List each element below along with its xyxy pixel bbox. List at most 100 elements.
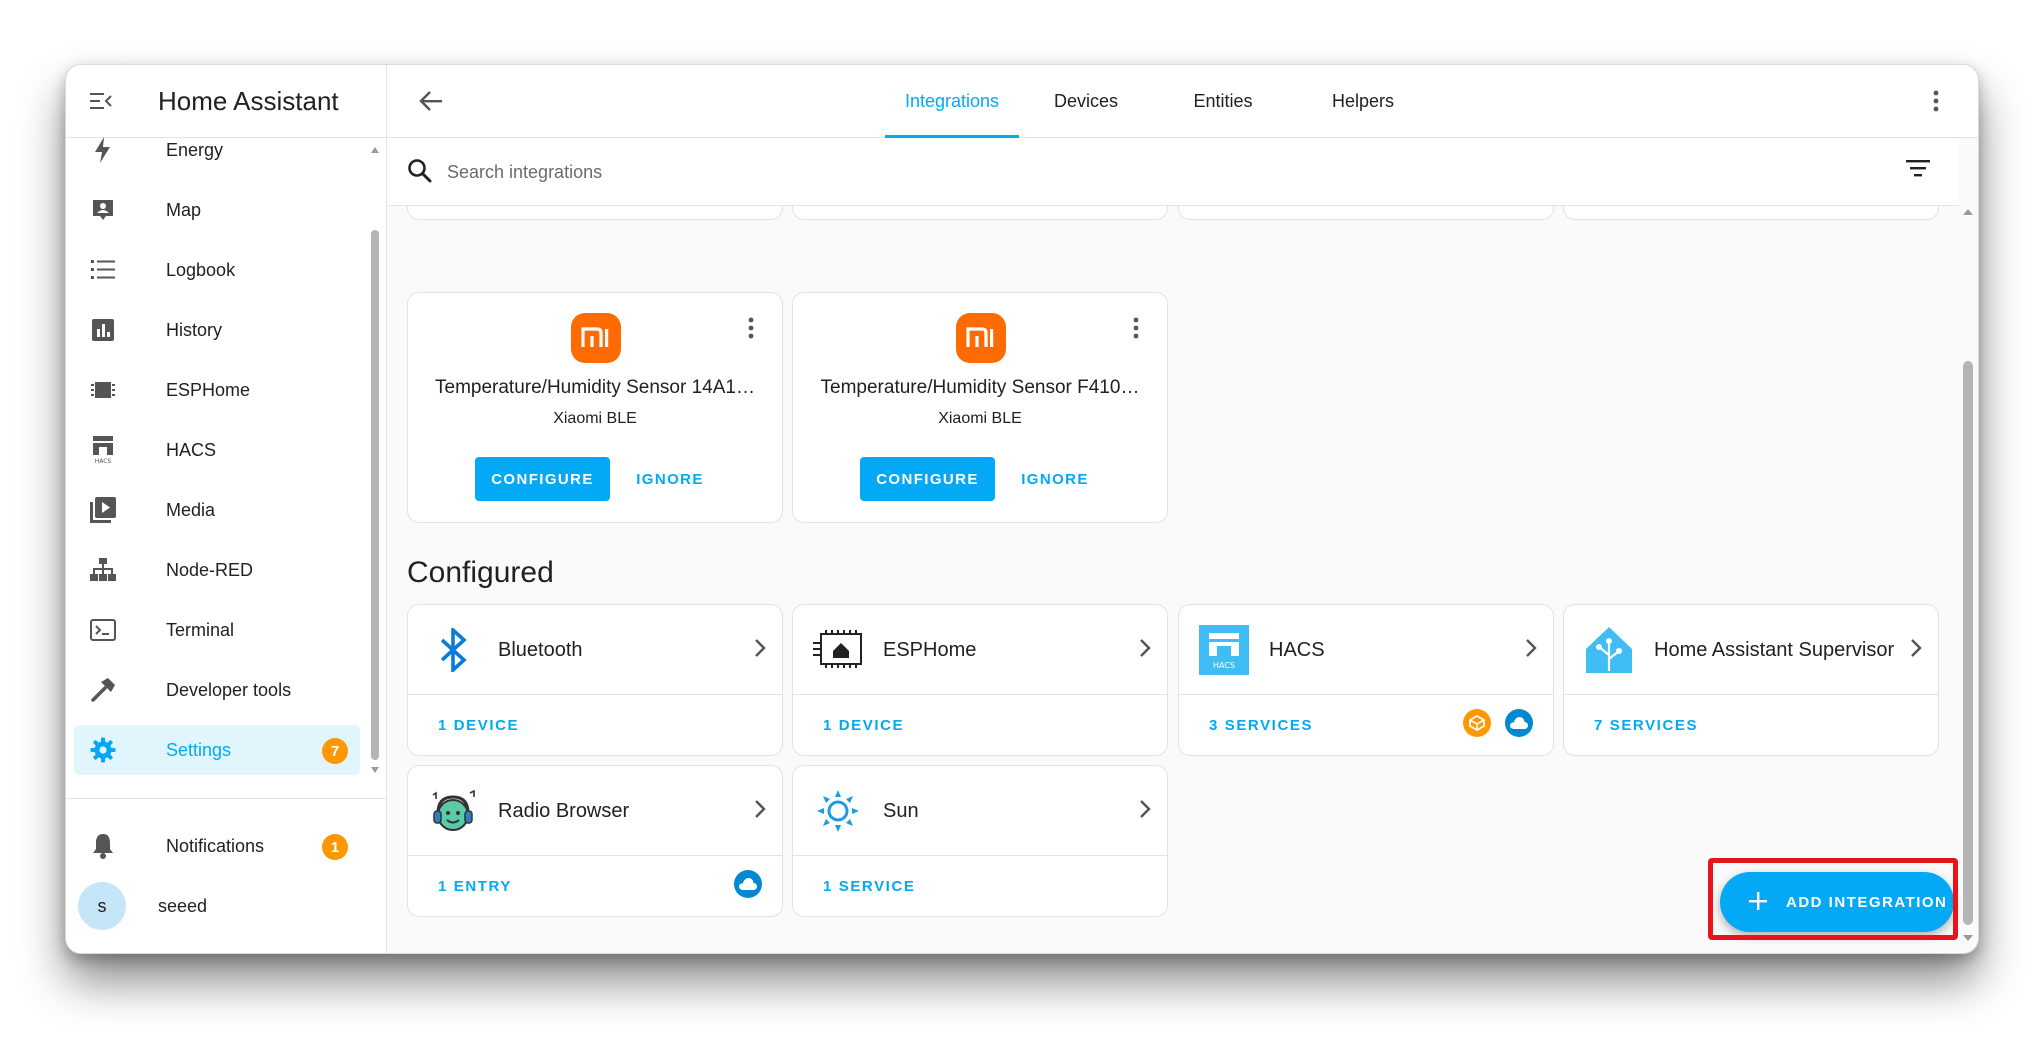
sidebar: Home Assistant Energy Map Logbook Histor… [66,65,387,953]
tab-integrations[interactable]: Integrations [885,65,1019,138]
scroll-down-arrow-icon[interactable] [1962,931,1974,943]
sidebar-item-node-red[interactable]: Node-RED [74,545,360,595]
sidebar-item-settings[interactable]: Settings 7 [74,725,360,775]
more-options-icon[interactable] [1922,87,1950,115]
radio-browser-icon [428,786,478,836]
gear-icon [88,735,118,765]
sidebar-item-notifications[interactable]: Notifications 1 [74,821,360,871]
sidebar-item-label: Settings [166,739,232,760]
integration-card-esphome[interactable]: ESPHome 1 DEVICE [792,604,1168,756]
integration-name: HACS [1269,639,1325,661]
sidebar-item-label: HACS [166,439,217,460]
integration-card-header: Sun [793,766,1167,856]
main-panel: Integrations Devices Entities Helpers Te [387,65,1978,953]
cloud-icon [734,870,762,898]
tab-entities[interactable]: Entities [1153,65,1293,137]
chip-icon [88,375,118,405]
tab-helpers[interactable]: Helpers [1293,65,1433,137]
sidebar-item-label: Node-RED [166,559,254,580]
integration-card-header: ESPHome [793,605,1167,695]
menu-toggle-icon[interactable] [82,82,120,120]
list-icon [88,255,118,285]
integration-card-sun[interactable]: Sun 1 SERVICE [792,765,1168,917]
sidebar-item-media[interactable]: Media [74,485,360,535]
sidebar-divider [66,798,386,799]
ignore-button[interactable]: IGNORE [1015,457,1095,501]
discovered-subtitle: Xiaomi BLE [553,410,637,427]
main-scrollbar-thumb[interactable] [1963,361,1973,925]
avatar: s [78,882,126,930]
integration-count[interactable]: 1 DEVICE [823,717,904,734]
hacs-icon: HACS [1199,625,1249,675]
discovered-card-partial [792,206,1168,220]
settings-badge: 7 [322,738,348,764]
integration-card-header: HACS HACS [1179,605,1553,695]
highlight-box [1708,858,1958,940]
home-assistant-icon [1584,625,1634,675]
configure-button[interactable]: CONFIGURE [475,457,610,501]
search-icon [407,158,433,189]
sidebar-item-terminal[interactable]: Terminal [74,605,360,655]
integration-card-supervisor[interactable]: Home Assistant Supervisor 7 SERVICES [1563,604,1939,756]
custom-integration-icon [1463,709,1491,737]
sidebar-item-energy[interactable]: Energy [74,137,360,175]
discovered-card: Temperature/Humidity Sensor F410… Xiaomi… [792,292,1168,523]
more-options-icon[interactable] [748,317,754,344]
configure-button[interactable]: CONFIGURE [860,457,995,501]
ignore-button[interactable]: IGNORE [630,457,710,501]
integration-count[interactable]: 3 SERVICES [1209,717,1313,734]
sidebar-item-history[interactable]: History [74,305,360,355]
notifications-badge: 1 [322,834,348,860]
sidebar-item-map[interactable]: Map [74,185,360,235]
sun-icon [813,786,863,836]
app-title: Home Assistant [158,85,339,116]
sidebar-scrollbar-thumb[interactable] [371,230,379,760]
chevron-right-icon [1525,638,1537,663]
chevron-right-icon [1139,638,1151,663]
cloud-icon [1505,709,1533,737]
back-arrow-icon[interactable] [415,85,447,117]
integration-card-hacs[interactable]: HACS HACS 3 SERVICES [1178,604,1554,756]
sitemap-icon [88,555,118,585]
integration-count[interactable]: 1 ENTRY [438,878,512,895]
chevron-right-icon [1910,638,1922,663]
integration-card-radio-browser[interactable]: Radio Browser 1 ENTRY [407,765,783,917]
integration-card-bluetooth[interactable]: Bluetooth 1 DEVICE [407,604,783,756]
xiaomi-icon [956,313,1006,363]
tab-devices[interactable]: Devices [1019,65,1153,137]
sidebar-item-label: Map [166,199,202,220]
sidebar-item-label: Energy [166,139,224,160]
configured-section-title: Configured [407,556,554,589]
svg-text:HACS: HACS [95,458,112,464]
bluetooth-icon [428,625,478,675]
integration-count[interactable]: 1 SERVICE [823,878,916,895]
integration-card-header: Bluetooth [408,605,782,695]
chevron-right-icon [1139,799,1151,824]
app-window: Home Assistant Energy Map Logbook Histor… [65,64,1979,954]
esphome-icon [813,625,863,675]
integration-card-header: Radio Browser [408,766,782,856]
sidebar-item-esphome[interactable]: ESPHome [74,365,360,415]
integration-count[interactable]: 7 SERVICES [1594,717,1698,734]
sidebar-item-developer-tools[interactable]: Developer tools [74,665,360,715]
more-options-icon[interactable] [1133,317,1139,344]
top-bar: Integrations Devices Entities Helpers [387,65,1978,138]
integration-count[interactable]: 1 DEVICE [438,717,519,734]
discovered-card-partial [1563,206,1939,220]
sidebar-item-label: Notifications [166,835,265,856]
sidebar-item-logbook[interactable]: Logbook [74,245,360,295]
chevron-right-icon [754,799,766,824]
integration-card-header: Home Assistant Supervisor [1564,605,1938,695]
search-input[interactable] [445,154,1749,190]
scroll-up-arrow-icon[interactable] [1962,205,1974,217]
sidebar-item-label: ESPHome [166,379,251,400]
filter-icon[interactable] [1905,158,1931,183]
media-icon [88,495,118,525]
integration-name: Radio Browser [498,800,630,822]
sidebar-item-user[interactable]: s seeed [74,881,360,931]
sidebar-item-hacs[interactable]: HACS HACS [74,425,360,475]
hacs-icon: HACS [88,435,118,465]
bell-icon [88,831,118,861]
sidebar-nav: Energy Map Logbook History ESPHome HACS … [66,137,386,797]
chevron-right-icon [754,638,766,663]
